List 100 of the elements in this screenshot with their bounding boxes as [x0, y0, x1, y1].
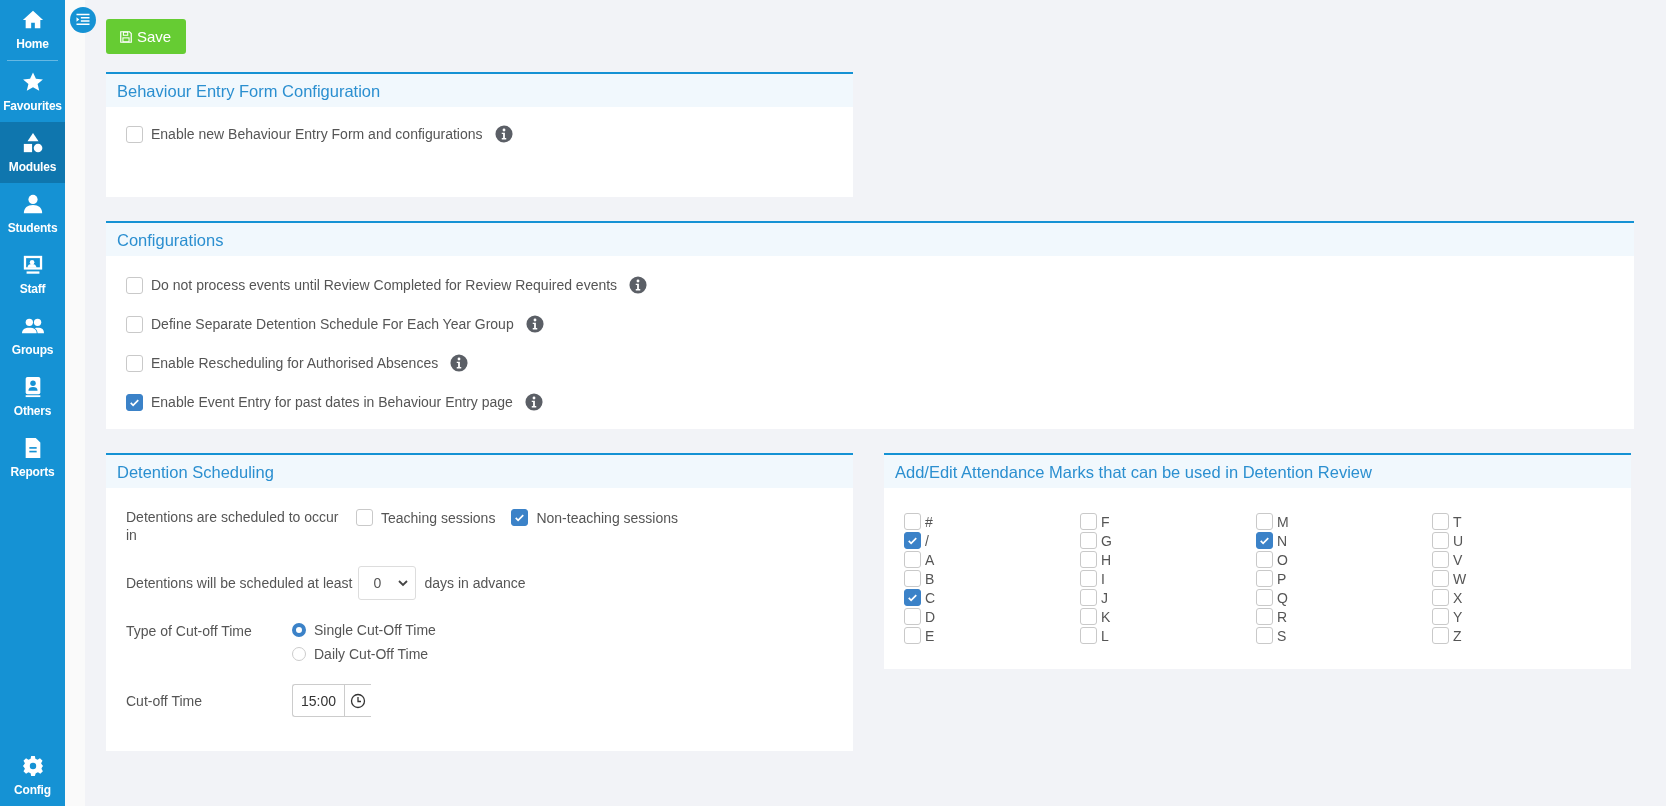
- caret-icon: [397, 577, 410, 589]
- nav-item[interactable]: Reports: [0, 427, 65, 488]
- mark-label: U: [1453, 532, 1464, 549]
- nav-item[interactable]: Others: [0, 366, 65, 427]
- mark-label: V: [1453, 551, 1463, 568]
- mark-label: A: [925, 551, 935, 568]
- info-icon[interactable]: [450, 354, 469, 372]
- checkbox[interactable]: [904, 551, 921, 568]
- mark-label: O: [1277, 551, 1288, 568]
- person-icon: [21, 192, 44, 215]
- nav-item[interactable]: Config: [0, 745, 65, 806]
- save-button[interactable]: Save: [106, 19, 187, 54]
- checkbox[interactable]: [1432, 608, 1449, 625]
- info-icon[interactable]: [525, 315, 544, 333]
- checkbox[interactable]: [1432, 551, 1449, 568]
- checkbox[interactable]: [1080, 532, 1097, 549]
- shapes-icon: [21, 131, 44, 154]
- checkbox[interactable]: [904, 570, 921, 587]
- checkbox[interactable]: [126, 276, 143, 294]
- field-label: Type of Cut-off Time: [126, 622, 253, 640]
- mark-label: X: [1453, 589, 1463, 606]
- mark-label: C: [925, 589, 936, 606]
- card-title: Configurations: [106, 223, 1634, 256]
- mark-label: M: [1277, 513, 1289, 530]
- checkbox[interactable]: [1080, 551, 1097, 568]
- option-label: Single Cut-Off Time: [314, 622, 436, 638]
- option-label: Do not process events until Review Completed for Review Required events: [151, 277, 618, 293]
- checkbox[interactable]: [126, 393, 143, 411]
- checkbox[interactable]: [1432, 627, 1449, 644]
- checkbox[interactable]: [126, 315, 143, 333]
- checkbox[interactable]: [356, 509, 373, 526]
- checkbox[interactable]: [904, 608, 921, 625]
- checkbox[interactable]: [904, 513, 921, 530]
- mark-label: G: [1101, 532, 1112, 549]
- mark-label: T: [1453, 513, 1462, 530]
- mark-label: J: [1101, 589, 1108, 606]
- menu-toggle-icon[interactable]: [70, 7, 96, 33]
- time-field[interactable]: 15:00: [292, 684, 372, 717]
- checkbox[interactable]: [1432, 513, 1449, 530]
- checkbox[interactable]: [1256, 627, 1273, 644]
- checkbox[interactable]: [511, 509, 529, 526]
- info-icon[interactable]: [494, 125, 513, 143]
- card-title: Behaviour Entry Form Configuration: [106, 74, 853, 107]
- home-icon: [21, 9, 44, 31]
- option-label: Daily Cut-Off Time: [314, 646, 429, 662]
- checkbox[interactable]: [1256, 551, 1273, 568]
- card-title: Add/Edit Attendance Marks that can be used in Detention Review: [884, 455, 1631, 488]
- checkbox[interactable]: [904, 589, 921, 606]
- monitor-icon: [21, 253, 44, 276]
- checkbox[interactable]: [1256, 608, 1273, 625]
- nav-item[interactable]: Staff: [0, 244, 65, 305]
- mark-label: R: [1277, 608, 1288, 625]
- nav-item[interactable]: Favourites: [0, 61, 65, 122]
- checkbox[interactable]: [1080, 608, 1097, 625]
- mark-label: /: [925, 532, 929, 549]
- mark-label: Y: [1453, 608, 1463, 625]
- mark-label: P: [1277, 570, 1287, 587]
- checkbox[interactable]: [1432, 532, 1449, 549]
- checkbox[interactable]: [1080, 570, 1097, 587]
- checkbox[interactable]: [126, 125, 143, 143]
- option-label: Enable Event Entry for past dates in Behaviour Entry page: [151, 394, 513, 410]
- info-icon[interactable]: [629, 276, 648, 294]
- checkbox[interactable]: [126, 354, 143, 372]
- mark-label: Z: [1453, 627, 1462, 644]
- nav-item[interactable]: Home: [7, 0, 58, 61]
- checkbox[interactable]: [1256, 513, 1273, 530]
- checkbox[interactable]: [1256, 570, 1273, 587]
- days-dropdown[interactable]: 0: [358, 566, 417, 600]
- checkbox[interactable]: [1256, 589, 1273, 606]
- mark-label: H: [1101, 551, 1112, 568]
- nav-item[interactable]: Students: [0, 183, 65, 244]
- mark-label: F: [1101, 513, 1110, 530]
- checkbox[interactable]: [1080, 627, 1097, 644]
- mark-label: L: [1101, 627, 1109, 644]
- nav-item[interactable]: Modules: [0, 122, 65, 183]
- checkbox[interactable]: [904, 627, 921, 644]
- checkbox[interactable]: [1432, 589, 1449, 606]
- info-icon[interactable]: [524, 393, 543, 411]
- star-icon: [21, 70, 44, 93]
- field-label: Detentions are scheduled to occur in: [126, 508, 340, 544]
- checkbox[interactable]: [1080, 589, 1097, 606]
- mark-label: N: [1277, 532, 1288, 549]
- option-label: Enable Rescheduling for Authorised Absences: [151, 355, 439, 371]
- card-title: Detention Scheduling: [106, 455, 853, 488]
- checkbox[interactable]: [1080, 513, 1097, 530]
- radio-button[interactable]: [292, 623, 306, 637]
- clock-icon: [350, 692, 367, 709]
- mark-label: #: [925, 513, 933, 530]
- checkbox[interactable]: [904, 532, 921, 549]
- mark-label: Q: [1277, 589, 1288, 606]
- option-label: Teaching sessions: [381, 509, 496, 526]
- mark-label: E: [925, 627, 935, 644]
- nav-item[interactable]: Groups: [0, 305, 65, 366]
- mark-label: K: [1101, 608, 1111, 625]
- field-label: days in advance: [424, 574, 526, 592]
- checkbox[interactable]: [1256, 532, 1273, 549]
- mark-label: I: [1101, 570, 1105, 587]
- mark-label: B: [925, 570, 935, 587]
- checkbox[interactable]: [1432, 570, 1449, 587]
- field-label: Detentions will be scheduled at least: [126, 574, 353, 592]
